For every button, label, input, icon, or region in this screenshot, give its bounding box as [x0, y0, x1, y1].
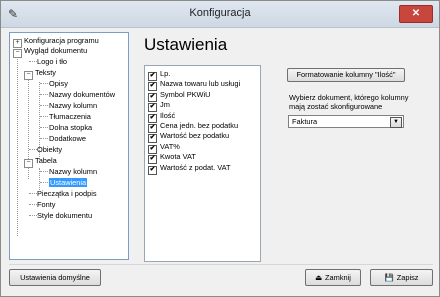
exit-icon: ⏏ [315, 273, 323, 282]
tree-line [40, 171, 48, 172]
tree-item-label: Logo i tło [37, 57, 67, 66]
list-item-label: Jm [160, 100, 170, 110]
list-item[interactable]: ✔ Cena jedn. bez podatku [148, 121, 239, 133]
tree-item-label: Nazwy kolumn [49, 101, 98, 110]
tree-item-fonty[interactable]: Fonty [37, 199, 55, 210]
tree-item-label: Teksty [35, 68, 56, 77]
tree-item-style-dokumentu[interactable]: Style dokumentu [37, 210, 92, 221]
list-item-label: Lp. [160, 69, 171, 78]
tree-item-logo[interactable]: Logo i tło [37, 56, 67, 67]
tree-item-dolna-stopka[interactable]: Dolna stopka [49, 122, 92, 133]
collapse-icon[interactable]: − [24, 159, 33, 168]
tree-line [40, 138, 48, 139]
list-item[interactable]: ✔ Kwota VAT [148, 152, 196, 165]
list-item[interactable]: ✔ VAT% [148, 141, 180, 154]
list-item[interactable]: ✔ Nazwa towaru lub usługi [148, 79, 241, 92]
tree-item-label: Nazwy kolumn [49, 167, 98, 176]
tree-line [40, 105, 48, 106]
choose-document-label: Wybierz dokument, którego kolumny mają z… [289, 93, 409, 111]
tree-line [29, 149, 37, 150]
tree-item-label: Opisy [49, 79, 68, 88]
settings-tree[interactable]: + Konfiguracja programu − Wygląd dokumentu… [9, 32, 129, 260]
footer-divider [9, 264, 433, 265]
tree-item-tlumaczenia[interactable]: Tłumaczenia [49, 111, 91, 122]
document-select-value: Faktura [292, 117, 318, 126]
tree-item-label: Style dokumentu [37, 211, 93, 220]
tree-line [29, 61, 37, 62]
tree-item-label: Dodatkowe [49, 134, 86, 143]
tree-item-label: Nazwy dokumentów [49, 90, 116, 99]
window-title: Konfiguracja [189, 7, 251, 19]
tree-item-pieczatka[interactable]: Pieczątka i podpis [37, 188, 97, 199]
save-button[interactable]: 💾 Zapisz [370, 269, 433, 286]
list-item-label: VAT% [160, 141, 180, 151]
window-close-button[interactable]: ✕ [399, 5, 433, 23]
title-bar: ✎ Konfiguracja ✕ [1, 1, 439, 28]
list-item[interactable]: ✔ Wartość z podat. VAT [148, 162, 231, 175]
tree-line [40, 182, 48, 183]
list-item-label: Kwota VAT [160, 152, 196, 162]
tree-item-nazwy-kolumn[interactable]: Nazwy kolumn [49, 100, 97, 111]
list-item[interactable]: ✔ Symbol PKWiU [148, 89, 211, 102]
list-item[interactable]: ✔ Lp. [148, 69, 171, 81]
tree-line [29, 215, 37, 216]
format-column-button[interactable]: Formatowanie kolumny "Ilość" [287, 68, 405, 82]
columns-checklist: ✔ Lp. ✔ Nazwa towaru lub usługi ✔ Symbol PK… [144, 65, 261, 262]
collapse-icon[interactable]: − [24, 71, 33, 80]
tree-item-wyglad-dokumentu[interactable]: − Wygląd dokumentu [13, 45, 88, 58]
tree-line [40, 116, 48, 117]
tree-item-label: Tabela [35, 156, 57, 165]
tree-line [29, 204, 37, 205]
chevron-down-icon[interactable]: ▼ [390, 117, 402, 128]
tree-item-label: Ustawienia [49, 178, 88, 187]
list-item-label: Ilość [160, 110, 176, 120]
tree-item-ustawienia[interactable]: Ustawienia [49, 177, 88, 188]
checkbox[interactable]: ✔ [148, 165, 157, 175]
tree-line [40, 83, 48, 84]
tree-item-label: Dolna stopka [49, 123, 93, 132]
tree-item-nazwy-dokumentow[interactable]: Nazwy dokumentów [49, 89, 115, 100]
tree-item-label: Fonty [37, 200, 56, 209]
list-item-label: Wartość z podat. VAT [160, 162, 231, 172]
tree-item-opisy[interactable]: Opisy [49, 78, 68, 89]
list-item[interactable]: ✔ Ilość [148, 110, 176, 123]
list-item-label: Cena jedn. bez podatku [160, 121, 239, 130]
list-item[interactable]: ✔ Jm [148, 100, 170, 113]
list-item-label: Nazwa towaru lub usługi [160, 79, 241, 89]
save-button-label: Zapisz [396, 273, 419, 282]
collapse-icon[interactable]: − [13, 49, 22, 58]
tree-item-label: Wygląd dokumentu [24, 46, 88, 55]
close-button-label: Zamknij [325, 273, 351, 282]
tree-item-label: Obiekty [37, 145, 63, 154]
konfiguracja-window: ✎ Konfiguracja ✕ + Konfiguracja programu … [0, 0, 440, 297]
tree-line [40, 127, 48, 128]
tree-line [40, 94, 48, 95]
tree-item-tabela[interactable]: − Tabela [24, 155, 57, 168]
tree-item-label: Konfiguracja programu [24, 36, 99, 45]
tree-line [29, 193, 37, 194]
tree-item-dodatkowe[interactable]: Dodatkowe [49, 133, 86, 144]
tree-line [17, 46, 18, 236]
list-item-label: Wartość bez podatku [160, 131, 230, 141]
tree-item-teksty[interactable]: − Teksty [24, 67, 56, 80]
tree-item-tabela-nazwy-kolumn[interactable]: Nazwy kolumn [49, 166, 97, 177]
close-button[interactable]: ⏏ Zamknij [305, 269, 361, 286]
tree-item-label: Pieczątka i podpis [37, 189, 97, 198]
default-settings-button[interactable]: Ustawienia domyślne [9, 269, 101, 286]
list-item[interactable]: ✔ Wartość bez podatku [148, 131, 230, 144]
document-select[interactable]: Faktura ▼ [288, 115, 404, 128]
list-item-label: Symbol PKWiU [160, 89, 211, 99]
tree-item-obiekty[interactable]: Obiekty [37, 144, 62, 155]
tree-item-label: Tłumaczenia [49, 112, 91, 121]
floppy-disk-icon: 💾 [384, 273, 394, 282]
page-title: Ustawienia [144, 35, 228, 54]
